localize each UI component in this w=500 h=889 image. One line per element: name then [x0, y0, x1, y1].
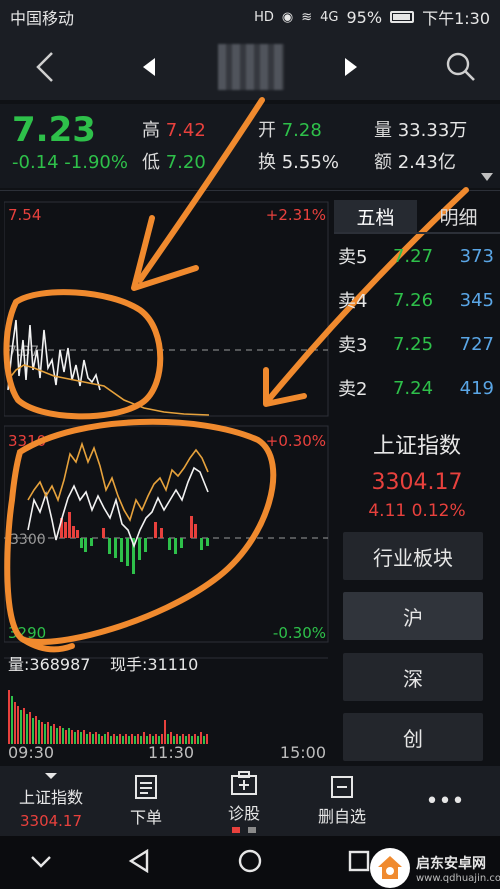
annotation-circle-2: [4, 418, 277, 645]
order-price: 7.25: [392, 333, 434, 355]
order-level-label: 卖3: [338, 335, 368, 356]
page-indicator: [232, 826, 256, 833]
order-volume: 373: [459, 245, 494, 267]
recents-square-icon[interactable]: [348, 850, 370, 872]
order-level-label: 卖4: [338, 291, 368, 312]
home-circle-icon[interactable]: [238, 849, 262, 873]
remove-watchlist-tab[interactable]: 删自选: [310, 766, 374, 836]
more-icon: •••: [425, 788, 465, 814]
remove-watchlist-label: 删自选: [317, 807, 366, 826]
annotation-arrow-1: [137, 97, 265, 283]
document-icon: [135, 775, 157, 799]
order-row: 卖4 7.26 345: [334, 278, 500, 322]
watermark-logo: [370, 848, 410, 888]
tab-details[interactable]: 明细: [417, 200, 500, 234]
shenzhen-button[interactable]: 深: [343, 653, 483, 701]
order-volume: 345: [459, 289, 494, 311]
chevron-down-icon[interactable]: [30, 853, 52, 869]
industry-sector-button[interactable]: 行业板块: [343, 532, 483, 580]
order-price: 7.26: [392, 289, 434, 311]
page-dot-active: [232, 826, 240, 833]
watermark-url: www.qdhuajin.com: [416, 872, 500, 884]
shanghai-button[interactable]: 沪: [343, 592, 483, 640]
order-price: 7.27: [392, 245, 434, 267]
order-level-label: 卖5: [338, 247, 368, 268]
order-volume: 419: [459, 377, 494, 399]
more-button[interactable]: •••: [420, 766, 470, 836]
bottom-toolbar: 上证指数 3304.17 下单 诊股 删自选 •••: [0, 766, 500, 836]
index-name: 上证指数: [372, 434, 461, 459]
order-row: 卖2 7.24 419: [334, 366, 500, 410]
order-price: 7.24: [392, 377, 434, 399]
order-book-tabs: 五档 明细: [334, 200, 500, 234]
diagnose-tab[interactable]: 诊股: [214, 766, 274, 836]
index-change: 4.11 0.12%: [368, 501, 466, 521]
watermark-text: 启东安卓网 www.qdhuajin.com: [416, 853, 500, 884]
index-tab-label: 上证指数: [18, 788, 83, 807]
watermark: 启东安卓网 www.qdhuajin.com: [370, 848, 500, 888]
index-tab-value: 3304.17: [19, 812, 83, 830]
caret-down-icon: [45, 773, 57, 779]
index-value: 3304.17: [371, 470, 463, 495]
chinext-button[interactable]: 创: [343, 713, 483, 761]
order-level-label: 卖2: [338, 379, 368, 400]
order-book: 五档 明细 卖5 7.27 373 卖4 7.26 345 卖3 7.25 72…: [334, 200, 500, 414]
order-tab-label: 下单: [129, 808, 162, 827]
diagnose-tab-label: 诊股: [227, 803, 260, 823]
order-tab[interactable]: 下单: [118, 766, 174, 836]
index-panel[interactable]: 上证指数 3304.17 4.11 0.12%: [334, 424, 500, 524]
minus-box-icon: [331, 776, 353, 798]
tab-five-levels[interactable]: 五档: [334, 200, 417, 234]
annotation-circle-1: [3, 289, 164, 420]
back-triangle-icon[interactable]: [128, 849, 150, 873]
index-tab[interactable]: 上证指数 3304.17: [8, 766, 94, 836]
house-logo-icon: [378, 856, 402, 879]
medical-kit-icon: [231, 770, 257, 795]
order-volume: 727: [459, 333, 494, 355]
page-dot: [248, 826, 256, 833]
watermark-title: 启东安卓网: [416, 855, 486, 872]
order-row: 卖3 7.25 727: [334, 322, 500, 366]
order-row: 卖5 7.27 373: [334, 234, 500, 278]
